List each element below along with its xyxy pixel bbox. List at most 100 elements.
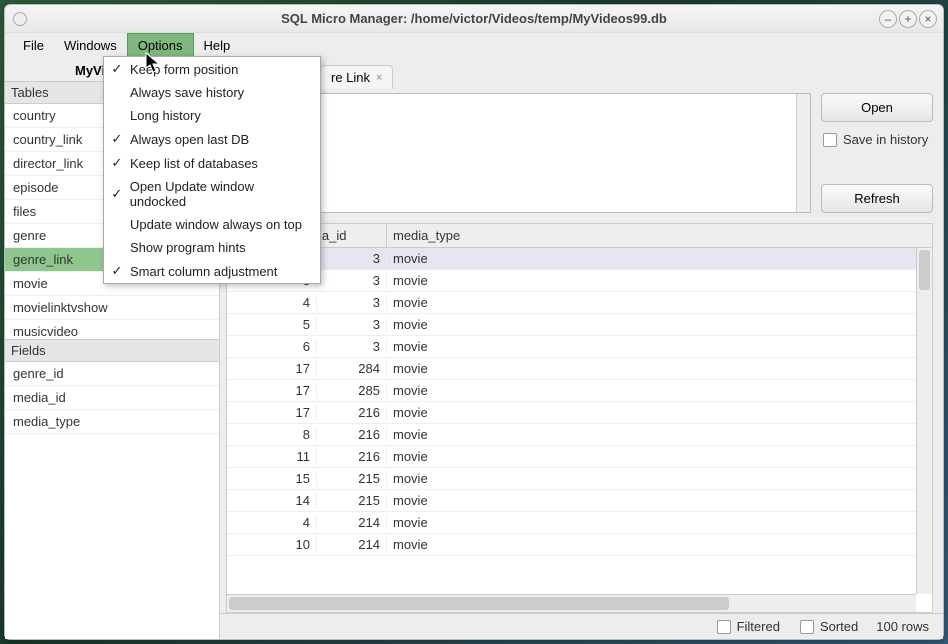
options-menu-item[interactable]: Update window always on top	[104, 213, 320, 236]
cell-media-id: 3	[317, 251, 387, 266]
statusbar: Filtered Sorted 100 rows	[220, 613, 943, 639]
open-button[interactable]: Open	[821, 93, 933, 122]
check-icon: ✓	[110, 61, 124, 77]
cell-media-id: 3	[317, 339, 387, 354]
cell-media-id: 3	[317, 295, 387, 310]
table-row[interactable]: 15215movie	[227, 468, 932, 490]
options-menu-label: Always open last DB	[130, 132, 249, 147]
field-item[interactable]: genre_id	[5, 362, 219, 386]
cell-media-type: movie	[387, 537, 932, 552]
cell-col1: 14	[227, 493, 317, 508]
table-row[interactable]: 10214movie	[227, 534, 932, 556]
cell-media-id: 214	[317, 537, 387, 552]
row-count: 100 rows	[876, 619, 929, 634]
field-item[interactable]: media_type	[5, 410, 219, 434]
table-row[interactable]: 17285movie	[227, 380, 932, 402]
table-row[interactable]: 14215movie	[227, 490, 932, 512]
query-tab-genre-link[interactable]: re Link ×	[320, 65, 393, 89]
minimize-button[interactable]: –	[879, 10, 897, 28]
options-menu-item[interactable]: Show program hints	[104, 236, 320, 259]
menu-file[interactable]: File	[13, 33, 54, 57]
cell-media-id: 285	[317, 383, 387, 398]
cell-media-id: 216	[317, 449, 387, 464]
table-row[interactable]: 33movie	[227, 248, 932, 270]
grid-header-media-type[interactable]: media_type	[387, 224, 932, 247]
cell-col1: 17	[227, 405, 317, 420]
grid-vertical-scrollbar[interactable]	[916, 248, 932, 594]
cell-media-id: 216	[317, 427, 387, 442]
menu-help[interactable]: Help	[194, 33, 241, 57]
cell-media-type: movie	[387, 361, 932, 376]
options-menu-item[interactable]: ✓ Smart column adjustment	[104, 259, 320, 283]
options-menu-label: Open Update window undocked	[130, 179, 310, 209]
cell-media-type: movie	[387, 295, 932, 310]
table-row[interactable]: 17284movie	[227, 358, 932, 380]
refresh-button[interactable]: Refresh	[821, 184, 933, 213]
cell-media-type: movie	[387, 471, 932, 486]
options-menu-label: Smart column adjustment	[130, 264, 277, 279]
field-item[interactable]: media_id	[5, 386, 219, 410]
save-history-checkbox[interactable]: Save in history	[821, 132, 933, 147]
results-grid: . ia_id media_type 33movie33movie43movie…	[226, 223, 933, 613]
main-panel: re Link × * nre_link 00; Open Save in hi…	[220, 57, 943, 639]
sql-scrollbar[interactable]	[796, 94, 810, 212]
window-title: SQL Micro Manager: /home/victor/Videos/t…	[5, 11, 943, 26]
check-icon: ✓	[110, 263, 124, 279]
table-item[interactable]: movielinktvshow	[5, 296, 219, 320]
menu-options[interactable]: Options	[127, 33, 194, 57]
fields-header: Fields	[5, 339, 219, 362]
table-row[interactable]: 53movie	[227, 314, 932, 336]
options-menu-item[interactable]: ✓ Open Update window undocked	[104, 175, 320, 213]
check-icon: ✓	[110, 186, 124, 202]
cell-col1: 17	[227, 383, 317, 398]
filtered-label: Filtered	[737, 619, 780, 634]
cell-media-type: movie	[387, 515, 932, 530]
cell-col1: 15	[227, 471, 317, 486]
check-icon: ✓	[110, 131, 124, 147]
close-icon[interactable]: ×	[376, 72, 382, 84]
checkbox-icon	[717, 620, 731, 634]
query-tabstrip: re Link ×	[220, 57, 943, 89]
cell-col1: 10	[227, 537, 317, 552]
check-icon: ✓	[110, 155, 124, 171]
grid-horizontal-scrollbar[interactable]	[227, 594, 916, 612]
options-dropdown: ✓ Keep form position Always save history Lo…	[103, 56, 321, 284]
grid-header-media-id[interactable]: ia_id	[317, 224, 387, 247]
options-menu-label: Update window always on top	[130, 217, 302, 232]
cell-col1: 5	[227, 317, 317, 332]
menu-windows[interactable]: Windows	[54, 33, 127, 57]
table-row[interactable]: 4214movie	[227, 512, 932, 534]
cell-media-id: 216	[317, 405, 387, 420]
table-row[interactable]: 33movie	[227, 270, 932, 292]
cell-media-type: movie	[387, 405, 932, 420]
options-menu-item[interactable]: ✓ Always open last DB	[104, 127, 320, 151]
cell-media-id: 215	[317, 493, 387, 508]
checkbox-icon	[800, 620, 814, 634]
cell-media-type: movie	[387, 427, 932, 442]
cell-media-id: 214	[317, 515, 387, 530]
cell-media-id: 3	[317, 317, 387, 332]
table-row[interactable]: 63movie	[227, 336, 932, 358]
close-button[interactable]: ×	[919, 10, 937, 28]
options-menu-label: Always save history	[130, 85, 244, 100]
options-menu-label: Show program hints	[130, 240, 246, 255]
cell-media-type: movie	[387, 493, 932, 508]
table-row[interactable]: 8216movie	[227, 424, 932, 446]
maximize-button[interactable]: +	[899, 10, 917, 28]
options-menu-item[interactable]: ✓Keep list of databases	[104, 151, 320, 175]
titlebar-app-icon	[13, 12, 27, 26]
filtered-checkbox[interactable]: Filtered	[715, 619, 780, 634]
table-row[interactable]: 11216movie	[227, 446, 932, 468]
options-menu-item[interactable]: Long history	[104, 104, 320, 127]
options-menu-item[interactable]: Always save history	[104, 81, 320, 104]
sorted-checkbox[interactable]: Sorted	[798, 619, 858, 634]
options-menu-label: Keep form position	[130, 62, 238, 77]
cell-media-id: 284	[317, 361, 387, 376]
query-tab-label: re Link	[331, 70, 370, 85]
table-row[interactable]: 43movie	[227, 292, 932, 314]
options-menu-item[interactable]: ✓ Keep form position	[104, 57, 320, 81]
table-row[interactable]: 17216movie	[227, 402, 932, 424]
table-item[interactable]: musicvideo	[5, 320, 219, 339]
save-history-label: Save in history	[843, 132, 928, 147]
cell-media-type: movie	[387, 339, 932, 354]
